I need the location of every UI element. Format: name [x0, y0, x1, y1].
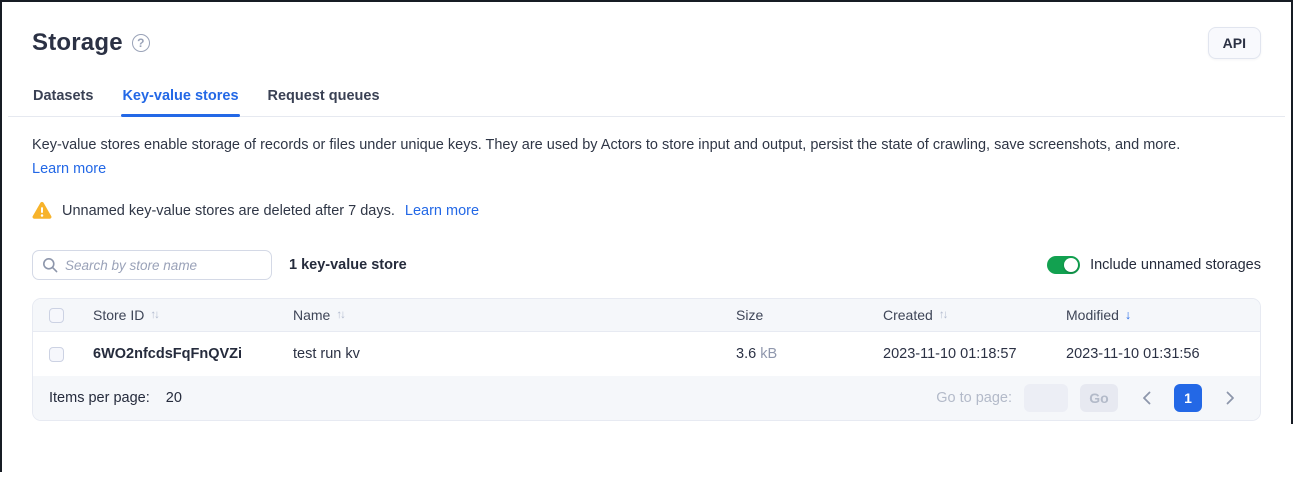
column-label: Created: [883, 307, 933, 323]
screenshot-border-top: [0, 0, 1293, 2]
size-value: 3.6: [736, 346, 756, 362]
cell-created: 2023-11-10 01:18:57: [883, 346, 1066, 362]
column-header-modified[interactable]: Modified ↓: [1066, 307, 1260, 323]
sort-both-icon: ↑↓: [336, 309, 346, 321]
unnamed-storages-toggle-wrap: Include unnamed storages: [1047, 256, 1261, 274]
search-icon: [42, 257, 58, 273]
sort-both-icon: ↑↓: [939, 309, 949, 321]
include-unnamed-toggle[interactable]: [1047, 256, 1080, 274]
select-all-checkbox[interactable]: [49, 308, 64, 323]
toggle-label: Include unnamed storages: [1090, 257, 1261, 273]
go-button[interactable]: Go: [1080, 384, 1118, 412]
api-button[interactable]: API: [1208, 27, 1261, 59]
storage-page: Storage ? API Datasets Key-value stores …: [0, 0, 1293, 478]
next-page-icon[interactable]: [1216, 384, 1244, 412]
table-row[interactable]: 6WO2nfcdsFqFnQVZi test run kv 3.6 kB 202…: [33, 332, 1260, 376]
warning-banner: Unnamed key-value stores are deleted aft…: [32, 201, 1261, 220]
sort-desc-icon: ↓: [1125, 308, 1133, 322]
table-header-row: Store ID ↑↓ Name ↑↓ Size Created ↑↓ Modi…: [33, 299, 1260, 332]
toolbar: 1 key-value store Include unnamed storag…: [32, 250, 1261, 280]
sort-both-icon: ↑↓: [150, 309, 160, 321]
search-input[interactable]: [32, 250, 272, 280]
page-title: Storage: [32, 29, 123, 57]
help-icon[interactable]: ?: [132, 34, 150, 52]
page-1-button[interactable]: 1: [1174, 384, 1202, 412]
warning-learn-more-link[interactable]: Learn more: [405, 203, 479, 219]
pagination-controls: Go to page: Go 1: [936, 384, 1244, 412]
tab-datasets[interactable]: Datasets: [32, 82, 94, 116]
store-count: 1 key-value store: [289, 257, 407, 273]
screenshot-border-left: [0, 0, 2, 472]
warning-icon: [32, 201, 52, 220]
warning-text: Unnamed key-value stores are deleted aft…: [62, 203, 395, 219]
column-label: Name: [293, 307, 330, 323]
column-label: Store ID: [93, 307, 144, 323]
search-box: [32, 250, 272, 280]
intro-text: Key-value stores enable storage of recor…: [32, 137, 1180, 153]
column-label: Size: [736, 307, 763, 323]
chevron-down-icon: [190, 394, 202, 402]
column-header-size: Size: [736, 307, 883, 323]
toggle-knob: [1064, 258, 1078, 272]
table-footer: Items per page: 20 Go to page: Go 1: [33, 376, 1260, 420]
cell-store-id[interactable]: 6WO2nfcdsFqFnQVZi: [93, 346, 293, 362]
column-label: Modified: [1066, 307, 1119, 323]
intro-learn-more-link[interactable]: Learn more: [32, 159, 106, 180]
cell-name: test run kv: [293, 346, 736, 362]
tab-request-queues[interactable]: Request queues: [267, 82, 381, 116]
tab-key-value-stores[interactable]: Key-value stores: [121, 82, 239, 116]
page-header: Storage ? API: [32, 0, 1261, 59]
previous-page-icon[interactable]: [1132, 384, 1160, 412]
column-header-store-id[interactable]: Store ID ↑↓: [93, 307, 293, 323]
row-checkbox[interactable]: [49, 347, 64, 362]
intro-paragraph: Key-value stores enable storage of recor…: [32, 135, 1261, 180]
column-header-name[interactable]: Name ↑↓: [293, 307, 736, 323]
title-wrap: Storage ?: [32, 29, 150, 57]
key-value-stores-table: Store ID ↑↓ Name ↑↓ Size Created ↑↓ Modi…: [32, 298, 1261, 421]
size-unit: kB: [760, 346, 777, 362]
cell-size: 3.6 kB: [736, 346, 883, 362]
items-per-page-label: Items per page:: [49, 390, 150, 406]
items-per-page-value: 20: [166, 390, 182, 406]
go-to-page-input[interactable]: [1024, 384, 1068, 412]
items-per-page-select[interactable]: 20: [166, 390, 202, 406]
column-header-created[interactable]: Created ↑↓: [883, 307, 1066, 323]
cell-modified: 2023-11-10 01:31:56: [1066, 346, 1260, 362]
go-to-page-label: Go to page:: [936, 390, 1012, 406]
tab-bar: Datasets Key-value stores Request queues: [8, 82, 1285, 117]
